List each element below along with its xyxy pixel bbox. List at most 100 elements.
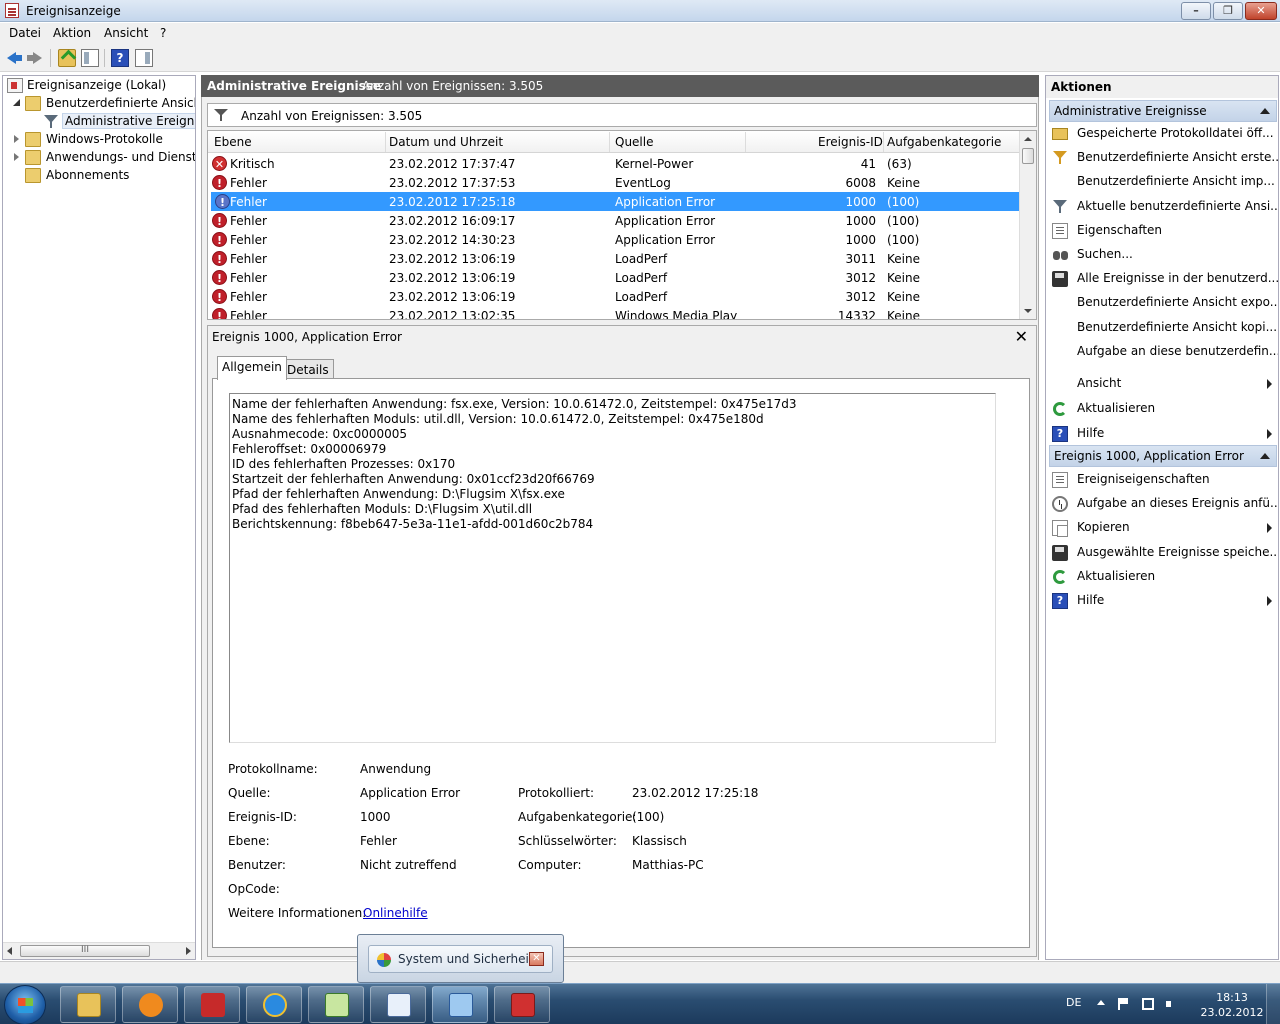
action-item[interactable]: Eigenschaften — [1050, 220, 1276, 242]
taskbar-app[interactable] — [308, 986, 364, 1023]
action-item[interactable]: Benutzerdefinierte Ansicht expo... — [1050, 292, 1278, 314]
table-row[interactable]: ! Fehler 23.02.2012 13:02:35 Windows Media … — [208, 306, 1021, 319]
action-item[interactable]: ? Hilfe — [1050, 423, 1276, 445]
toolbar: ? — [0, 44, 1280, 72]
action-center-flag-icon[interactable] — [1118, 998, 1130, 1010]
action-item[interactable]: Benutzerdefinierte Ansicht imp... — [1050, 171, 1276, 193]
tree-item-custom-views[interactable]: Benutzerdefinierte Ansichten — [3, 95, 195, 113]
expand-icon[interactable] — [13, 135, 21, 143]
table-row[interactable]: ! Fehler 23.02.2012 17:37:53 EventLog 6008 Ke… — [208, 173, 1021, 192]
minimize-button[interactable]: – — [1181, 2, 1211, 20]
menu-ansicht[interactable]: Ansicht — [104, 26, 148, 40]
column-header-event-id[interactable]: Ereignis-ID — [818, 135, 883, 149]
up-folder-icon[interactable] — [58, 49, 76, 67]
cell-category: (100) — [887, 214, 920, 228]
scroll-up-icon[interactable] — [1024, 137, 1032, 141]
cell-event-id: 1000 — [845, 195, 876, 209]
taskbar-thumbnail-popup[interactable]: System und Sicherheit ✕ — [357, 934, 564, 983]
volume-icon[interactable] — [1166, 998, 1178, 1010]
clock[interactable]: 18:13 23.02.2012 — [1200, 990, 1264, 1020]
thumbnail-item[interactable]: System und Sicherheit ✕ — [368, 945, 553, 973]
show-hidden-icons-icon[interactable] — [1097, 1000, 1105, 1005]
menu-datei[interactable]: Datei — [9, 26, 41, 40]
action-item[interactable]: Aufgabe an dieses Ereignis anfü... — [1050, 493, 1278, 515]
description-line: Fehleroffset: 0x00006979 — [232, 442, 387, 456]
online-help-link[interactable]: Onlinehilfe — [363, 906, 428, 920]
table-row[interactable]: ! Fehler 23.02.2012 14:30:23 Application Er… — [208, 230, 1021, 249]
show-hide-action-pane-icon[interactable] — [135, 49, 153, 67]
taskbar-app[interactable] — [494, 986, 550, 1023]
action-item[interactable]: Kopieren — [1050, 517, 1276, 539]
column-divider[interactable] — [385, 132, 386, 152]
action-item[interactable]: ? Hilfe — [1050, 590, 1276, 612]
scroll-right-icon[interactable] — [186, 947, 191, 955]
table-row[interactable]: ! Fehler 23.02.2012 13:06:19 LoadPerf 3012 Ke… — [208, 268, 1021, 287]
scrollbar-thumb[interactable]: III — [20, 945, 150, 957]
help-icon[interactable]: ? — [111, 49, 129, 67]
table-row[interactable]: ! Fehler 23.02.2012 17:25:18 Application Er… — [211, 192, 1019, 211]
action-item[interactable]: Alle Ereignisse in der benutzerd... — [1050, 268, 1278, 290]
scrollbar-thumb[interactable] — [1022, 148, 1034, 164]
tree-item-administrative-events[interactable]: Administrative Ereignisse — [3, 113, 195, 131]
taskbar-app[interactable] — [432, 986, 488, 1023]
expand-icon[interactable] — [13, 153, 21, 161]
action-item[interactable]: Aktualisieren — [1050, 566, 1276, 588]
start-button[interactable] — [4, 985, 46, 1024]
filter-icon — [43, 114, 59, 129]
section-administrative-events[interactable]: Administrative Ereignisse — [1049, 100, 1277, 122]
show-desktop-button[interactable] — [1266, 984, 1280, 1024]
close-icon[interactable]: ✕ — [529, 952, 544, 966]
column-header-level[interactable]: Ebene — [214, 135, 252, 149]
action-item[interactable]: Benutzerdefinierte Ansicht erste... — [1050, 147, 1278, 169]
section-event-1000[interactable]: Ereignis 1000, Application Error — [1049, 445, 1277, 467]
taskbar-app[interactable] — [60, 986, 116, 1023]
action-item[interactable]: Ausgewählte Ereignisse speiche... — [1050, 542, 1278, 564]
tree-horizontal-scrollbar[interactable]: III — [3, 942, 195, 959]
column-divider[interactable] — [609, 132, 610, 152]
close-icon[interactable]: ✕ — [1015, 327, 1028, 346]
action-item[interactable]: Ereigniseigenschaften — [1050, 469, 1276, 491]
column-header-date[interactable]: Datum und Uhrzeit — [389, 135, 503, 149]
scroll-down-icon[interactable] — [1024, 309, 1032, 313]
action-item[interactable]: Aktuelle benutzerdefinierte Ansi... — [1050, 196, 1278, 218]
column-divider[interactable] — [883, 132, 884, 152]
taskbar-app[interactable] — [370, 986, 426, 1023]
collapse-icon[interactable] — [1260, 108, 1270, 114]
action-item[interactable]: Ansicht — [1050, 373, 1276, 395]
action-item[interactable]: Suchen... — [1050, 244, 1276, 266]
network-icon[interactable] — [1142, 998, 1154, 1010]
tab-allgemein[interactable]: Allgemein — [217, 356, 287, 380]
event-description[interactable]: Name der fehlerhaften Anwendung: fsx.exe… — [229, 393, 996, 743]
list-vertical-scrollbar[interactable] — [1019, 131, 1036, 319]
tab-details[interactable]: Details — [282, 359, 334, 380]
table-row[interactable]: ! Fehler 23.02.2012 16:09:17 Application Er… — [208, 211, 1021, 230]
forward-icon[interactable] — [26, 49, 44, 67]
menu-help[interactable]: ? — [160, 26, 166, 40]
taskbar-app[interactable] — [184, 986, 240, 1023]
column-header-task-category[interactable]: Aufgabenkategorie — [887, 135, 1001, 149]
back-icon[interactable] — [5, 49, 23, 67]
table-row[interactable]: ! Fehler 23.02.2012 13:06:19 LoadPerf 3012 Ke… — [208, 287, 1021, 306]
table-row[interactable]: ✕ Kritisch 23.02.2012 17:37:47 Kernel-Power… — [208, 154, 1021, 173]
tree-item-local[interactable]: Ereignisanzeige (Lokal) — [3, 77, 195, 95]
action-item[interactable]: Aufgabe an diese benutzerdefin... — [1050, 341, 1278, 363]
column-divider[interactable] — [745, 132, 746, 152]
tree-item-subscriptions[interactable]: Abonnements — [3, 167, 195, 185]
collapse-icon[interactable] — [1260, 453, 1270, 459]
show-hide-console-tree-icon[interactable] — [81, 49, 99, 67]
taskbar-app[interactable] — [246, 986, 302, 1023]
action-item[interactable]: Aktualisieren — [1050, 398, 1276, 420]
close-button[interactable]: ✕ — [1245, 2, 1277, 20]
table-row[interactable]: ! Fehler 23.02.2012 13:06:19 LoadPerf 3011 Ke… — [208, 249, 1021, 268]
column-header-source[interactable]: Quelle — [615, 135, 653, 149]
tree-item-windows-logs[interactable]: Windows-Protokolle — [3, 131, 195, 149]
menu-aktion[interactable]: Aktion — [53, 26, 91, 40]
scroll-left-icon[interactable] — [7, 947, 12, 955]
action-item[interactable]: Gespeicherte Protokolldatei öff... — [1050, 123, 1276, 145]
restore-button[interactable]: ❐ — [1213, 2, 1243, 20]
tree-item-app-service-logs[interactable]: Anwendungs- und Dienstprotokolle — [3, 149, 195, 167]
taskbar-app[interactable] — [122, 986, 178, 1023]
collapse-icon[interactable] — [13, 99, 21, 107]
action-item[interactable]: Benutzerdefinierte Ansicht kopi... — [1050, 317, 1277, 339]
language-indicator[interactable]: DE — [1066, 996, 1081, 1009]
